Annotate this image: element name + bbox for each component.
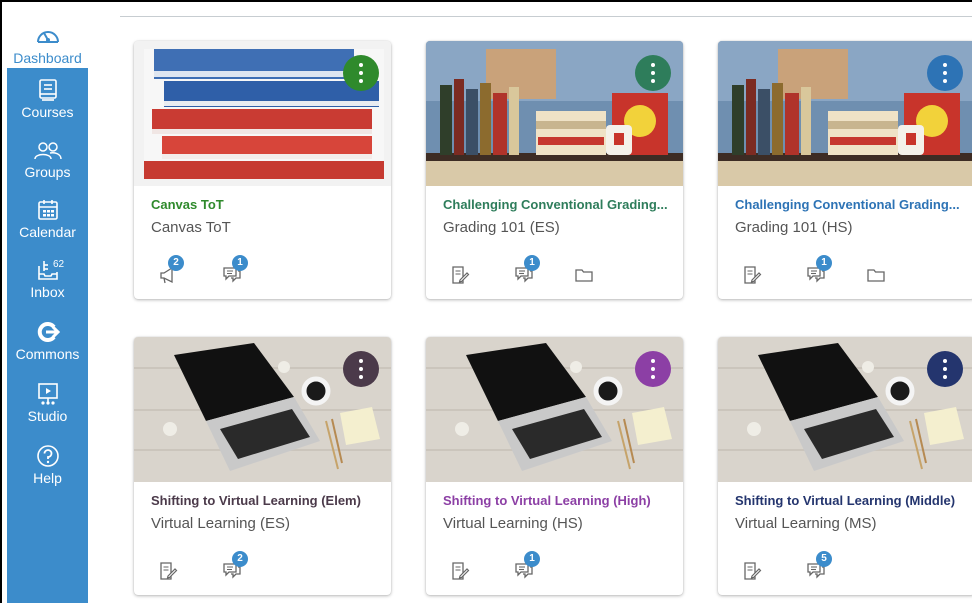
course-card-title[interactable]: Shifting to Virtual Learning (High) [443,493,669,508]
course-card-actions: 2 1 [144,255,384,291]
course-card-discussions-button[interactable]: 1 [510,255,540,289]
assignments-icon [744,266,762,284]
nav-dashboard-label: Dashboard [13,50,82,66]
nav-help-label: Help [33,470,62,486]
course-card-discussions-button[interactable]: 1 [218,255,248,289]
nav-calendar[interactable]: Calendar [7,198,88,240]
course-card-subtitle: Virtual Learning (MS) [735,515,877,532]
nav-help[interactable]: Help [7,444,88,486]
files-folder-icon [867,269,885,282]
assignments-icon [160,562,178,580]
nav-courses[interactable]: Courses [7,78,88,120]
course-card-discussions-button[interactable]: 1 [802,255,832,289]
kebab-menu-icon [651,61,655,85]
unread-count-badge: 1 [524,255,540,271]
window-left-border [0,0,2,603]
course-card-actions: 1 [436,255,676,291]
kebab-menu-icon [943,61,947,85]
kebab-menu-icon [359,61,363,85]
assignments-icon [452,266,470,284]
course-card-files-button[interactable] [862,265,890,289]
files-folder-icon [575,269,593,282]
unread-count-badge: 2 [168,255,184,271]
course-card-files-button[interactable] [570,265,598,289]
unread-count-badge: 5 [816,551,832,567]
groups-people-icon [33,142,62,160]
course-card-announcements-button[interactable]: 2 [154,255,184,289]
course-card-assignments-button[interactable] [738,561,766,585]
course-card-subtitle: Virtual Learning (HS) [443,515,583,532]
dashboard-gauge-icon [36,31,59,43]
course-card-options-button[interactable] [927,351,963,387]
course-card-options-button[interactable] [927,55,963,91]
course-card-title[interactable]: Shifting to Virtual Learning (Elem) [151,493,377,508]
course-card-assignments-button[interactable] [446,561,474,585]
course-card-assignments-button[interactable] [446,265,474,289]
unread-count-badge: 1 [524,551,540,567]
course-card-options-button[interactable] [343,351,379,387]
window-top-border [0,0,972,2]
kebab-menu-icon [359,357,363,381]
course-card-discussions-button[interactable]: 1 [510,551,540,585]
course-card: Shifting to Virtual Learning (Elem) Virt… [134,337,391,595]
course-card-options-button[interactable] [343,55,379,91]
course-card-title[interactable]: Challenging Conventional Grading... [443,197,669,212]
studio-icon [37,383,58,405]
assignments-icon [452,562,470,580]
course-card-title[interactable]: Shifting to Virtual Learning (Middle) [735,493,961,508]
dashboard-header-divider [120,16,972,17]
commons-icon [37,322,60,342]
calendar-icon [37,200,58,220]
kebab-menu-icon [943,357,947,381]
course-card-subtitle: Grading 101 (HS) [735,219,853,236]
nav-courses-label: Courses [21,104,74,120]
nav-studio-label: Studio [27,408,68,424]
course-card: Shifting to Virtual Learning (High) Virt… [426,337,683,595]
course-card-options-button[interactable] [635,55,671,91]
book-icon [38,79,57,101]
nav-groups-label: Groups [24,164,71,180]
course-card: Challenging Conventional Grading... Grad… [426,41,683,299]
kebab-menu-icon [651,357,655,381]
course-card-actions: 1 [436,551,676,587]
course-card: Canvas ToT Canvas ToT 2 1 [134,41,391,299]
assignments-icon [744,562,762,580]
inbox-unread-count: 62 [53,259,65,270]
course-card-discussions-button[interactable]: 2 [218,551,248,585]
course-card-subtitle: Canvas ToT [151,219,231,236]
global-navigation: Dashboard Courses Groups Calendar 62 Inb… [7,10,88,603]
unread-count-badge: 2 [232,551,248,567]
unread-count-badge: 1 [816,255,832,271]
course-card: Shifting to Virtual Learning (Middle) Vi… [718,337,972,595]
nav-inbox[interactable]: 62 Inbox [7,258,88,300]
nav-commons-label: Commons [15,346,80,362]
nav-dashboard[interactable]: Dashboard [7,10,88,68]
course-card-assignments-button[interactable] [154,561,182,585]
course-card-actions: 5 [728,551,968,587]
nav-groups[interactable]: Groups [7,140,88,180]
course-card-options-button[interactable] [635,351,671,387]
course-card-title[interactable]: Challenging Conventional Grading... [735,197,961,212]
course-card: Challenging Conventional Grading... Grad… [718,41,972,299]
course-card-actions: 2 [144,551,384,587]
course-card-subtitle: Virtual Learning (ES) [151,515,290,532]
course-card-subtitle: Grading 101 (ES) [443,219,560,236]
course-card-assignments-button[interactable] [738,265,766,289]
nav-commons[interactable]: Commons [7,320,88,362]
nav-calendar-label: Calendar [19,224,76,240]
course-card-discussions-button[interactable]: 5 [802,551,832,585]
nav-inbox-label: Inbox [30,284,65,300]
course-card-actions: 1 [728,255,968,291]
course-card-title[interactable]: Canvas ToT [151,197,377,212]
nav-studio[interactable]: Studio [7,382,88,424]
unread-count-badge: 1 [232,255,248,271]
help-circle-icon [36,445,59,467]
